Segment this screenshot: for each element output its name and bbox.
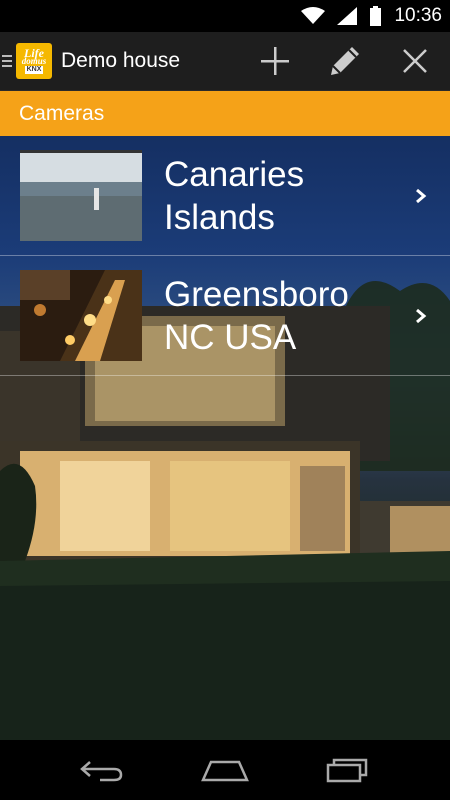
camera-name-line1: Canaries: [164, 154, 305, 194]
wifi-icon: [300, 6, 326, 26]
camera-name: Canaries Islands: [164, 153, 394, 239]
signal-icon: [334, 6, 360, 26]
status-time: 10:36: [394, 5, 442, 26]
action-bar: Life domus KNX Demo house: [0, 32, 450, 91]
add-icon: [261, 47, 289, 75]
camera-thumbnail: [20, 270, 142, 361]
camera-list: Canaries Islands Greensboro NC USA: [0, 136, 450, 376]
section-title: Cameras: [19, 101, 105, 125]
add-button[interactable]: [240, 32, 310, 91]
navigation-bar: [0, 740, 450, 800]
section-header-cameras: Cameras: [0, 91, 450, 136]
edit-pencil-icon: [331, 47, 359, 75]
back-icon: [79, 761, 122, 782]
chevron-right-icon: [416, 188, 427, 203]
recent-apps-button[interactable]: [318, 750, 378, 790]
home-icon: [201, 760, 249, 782]
camera-name: Greensboro NC USA: [164, 273, 394, 359]
recent-apps-icon: [327, 758, 368, 783]
page-title: Demo house: [61, 49, 181, 72]
camera-item-canaries[interactable]: Canaries Islands: [0, 136, 450, 256]
logo-text-knx: KNX: [24, 65, 44, 74]
back-button[interactable]: [72, 750, 132, 790]
menu-drawer-icon[interactable]: [0, 32, 14, 91]
app-logo[interactable]: Life domus KNX: [16, 43, 52, 79]
edit-button[interactable]: [310, 32, 380, 91]
battery-icon: [368, 6, 382, 26]
camera-name-line2: NC USA: [164, 317, 297, 357]
camera-thumbnail: [20, 150, 142, 241]
camera-item-greensboro[interactable]: Greensboro NC USA: [0, 256, 450, 376]
camera-name-line1: Greensboro: [164, 274, 349, 314]
close-button[interactable]: [380, 32, 450, 91]
camera-name-line2: Islands: [164, 197, 275, 237]
chevron-right-icon: [416, 308, 427, 323]
status-bar: 10:36: [0, 0, 450, 32]
logo-text-domus: domus: [21, 55, 47, 66]
home-button[interactable]: [195, 750, 255, 790]
close-icon: [403, 49, 427, 73]
